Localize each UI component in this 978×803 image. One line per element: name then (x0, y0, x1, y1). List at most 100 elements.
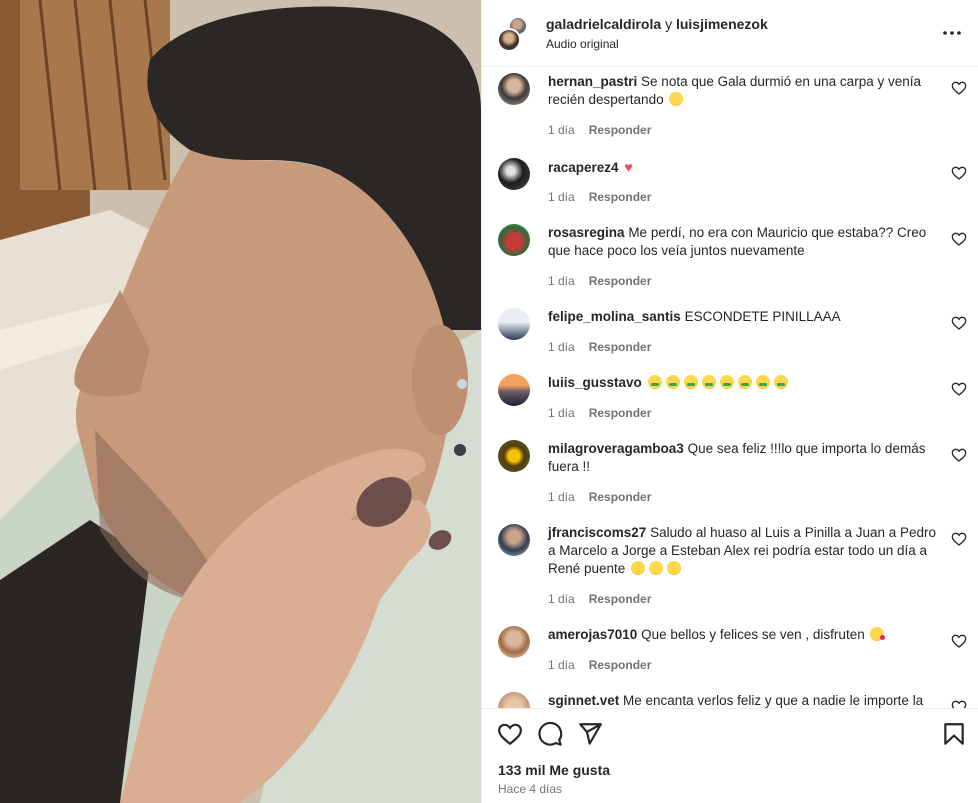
avatar[interactable] (498, 73, 530, 105)
comment-item: rosasregina Me perdí, no era con Maurici… (482, 219, 978, 299)
reply-button[interactable]: Responder (589, 274, 652, 288)
post-actions-bar: 133 mil Me gusta Hace 4 días (482, 708, 978, 803)
money-mouth-emoji-icon (683, 375, 698, 389)
comment-username[interactable]: sginnet.vet (548, 693, 619, 708)
comment-meta: 1 día Responder (548, 123, 651, 137)
comment-like-heart-icon[interactable] (951, 315, 967, 331)
avatar[interactable] (498, 158, 530, 190)
comment-message: ESCONDETE PINILLAAA (684, 309, 841, 324)
comment-username[interactable]: felipe_molina_santis (548, 309, 681, 324)
comment-item: jfranciscoms27 Saludo al huaso al Luis a… (482, 519, 978, 606)
money-mouth-emoji-icon (647, 375, 662, 389)
comment-username[interactable]: rosasregina (548, 225, 625, 240)
post-video[interactable] (0, 0, 481, 803)
audio-link[interactable]: Audio original (546, 37, 619, 51)
avatar[interactable] (498, 692, 530, 708)
comment-like-heart-icon[interactable] (951, 699, 967, 708)
comment-username[interactable]: milagroveragamboa3 (548, 441, 684, 456)
comment-meta: 1 día Responder (548, 592, 651, 606)
comment-username[interactable]: hernan_pastri (548, 74, 637, 89)
kiss-emoji-icon (870, 627, 886, 641)
avatar[interactable] (498, 374, 530, 406)
comment-age[interactable]: 1 día (548, 490, 575, 504)
author-link[interactable]: luisjimenezok (676, 16, 768, 32)
post-side-panel: galadrielcaldirola y luisjimenezok Audio… (481, 0, 978, 803)
comment-like-heart-icon[interactable] (951, 531, 967, 547)
avatar[interactable] (498, 308, 530, 340)
comment-text: racaperez4 ♥ (548, 158, 938, 177)
post-authors: galadrielcaldirola y luisjimenezok (546, 16, 768, 32)
comment-username[interactable]: amerojas7010 (548, 627, 637, 642)
more-horizontal-icon (943, 31, 961, 35)
rofl-emoji-icon (631, 561, 646, 575)
money-mouth-emoji-icon (719, 375, 734, 389)
comment-text: sginnet.vet Me encanta verlos feliz y qu… (548, 692, 938, 708)
comment-age[interactable]: 1 día (548, 340, 575, 354)
joy-emoji-icon (649, 561, 664, 575)
comment-username[interactable]: jfranciscoms27 (548, 525, 646, 540)
comment-meta: 1 día Responder (548, 406, 651, 420)
comment-text: luiis_gusstavo (548, 374, 938, 392)
comment-item: sginnet.vet Me encanta verlos feliz y qu… (482, 687, 978, 708)
comment-age[interactable]: 1 día (548, 123, 575, 137)
more-options-button[interactable] (940, 22, 964, 44)
comment-text: amerojas7010 Que bellos y felices se ven… (548, 626, 938, 644)
avatar[interactable] (498, 626, 530, 658)
joy-emoji-icon (667, 561, 682, 575)
comment-meta: 1 día Responder (548, 190, 651, 204)
bookmark-icon[interactable] (941, 721, 967, 747)
likes-count[interactable]: 133 mil Me gusta (498, 762, 610, 778)
comment-like-heart-icon[interactable] (951, 447, 967, 463)
money-mouth-emoji-icon (773, 375, 788, 389)
post-timestamp[interactable]: Hace 4 días (498, 782, 562, 796)
money-mouth-emoji-icon (701, 375, 716, 389)
author-link[interactable]: galadrielcaldirola (546, 16, 661, 32)
comment-age[interactable]: 1 día (548, 658, 575, 672)
comment-age[interactable]: 1 día (548, 274, 575, 288)
comment-text: rosasregina Me perdí, no era con Maurici… (548, 224, 938, 260)
comment-message: Que bellos y felices se ven , disfruten (641, 627, 865, 642)
comment-like-heart-icon[interactable] (951, 633, 967, 649)
reply-button[interactable]: Responder (589, 190, 652, 204)
author-separator: y (665, 16, 673, 32)
avatar[interactable] (498, 440, 530, 472)
avatar[interactable] (498, 224, 530, 256)
comment-text: hernan_pastri Se nota que Gala durmió en… (548, 73, 938, 109)
reply-button[interactable]: Responder (589, 490, 652, 504)
comment-meta: 1 día Responder (548, 658, 651, 672)
reply-button[interactable]: Responder (589, 406, 652, 420)
heart-icon[interactable] (497, 721, 523, 747)
comment-username[interactable]: luiis_gusstavo (548, 375, 642, 390)
comment-like-heart-icon[interactable] (951, 80, 967, 96)
heart-emoji-icon: ♥ (624, 159, 633, 175)
avatar[interactable] (497, 28, 521, 52)
comment-like-heart-icon[interactable] (951, 231, 967, 247)
share-icon[interactable] (577, 721, 603, 747)
reply-button[interactable]: Responder (589, 592, 652, 606)
comment-like-heart-icon[interactable] (951, 381, 967, 397)
rofl-emoji-icon (669, 92, 684, 106)
comment-text: milagroveragamboa3 Que sea feliz !!!lo q… (548, 440, 938, 476)
comment-item: hernan_pastri Se nota que Gala durmió en… (482, 68, 978, 148)
post-header: galadrielcaldirola y luisjimenezok Audio… (482, 0, 978, 67)
collab-avatars[interactable] (497, 16, 531, 52)
reply-button[interactable]: Responder (589, 123, 652, 137)
comment-meta: 1 día Responder (548, 274, 651, 288)
comment-message: Me encanta verlos feliz y que a nadie le… (623, 693, 924, 708)
comment-meta: 1 día Responder (548, 340, 651, 354)
comment-like-heart-icon[interactable] (951, 165, 967, 181)
comment-age[interactable]: 1 día (548, 190, 575, 204)
comment-username[interactable]: racaperez4 (548, 160, 619, 175)
comment-meta: 1 día Responder (548, 490, 651, 504)
comment-item: milagroveragamboa3 Que sea feliz !!!lo q… (482, 435, 978, 515)
comment-icon[interactable] (537, 721, 563, 747)
comment-age[interactable]: 1 día (548, 406, 575, 420)
reply-button[interactable]: Responder (589, 340, 652, 354)
comments-list[interactable]: hernan_pastri Se nota que Gala durmió en… (482, 68, 978, 708)
money-mouth-emoji-icon (755, 375, 770, 389)
avatar[interactable] (498, 524, 530, 556)
reply-button[interactable]: Responder (589, 658, 652, 672)
video-frame-illustration (0, 0, 481, 803)
comment-text: felipe_molina_santis ESCONDETE PINILLAAA (548, 308, 938, 326)
comment-age[interactable]: 1 día (548, 592, 575, 606)
